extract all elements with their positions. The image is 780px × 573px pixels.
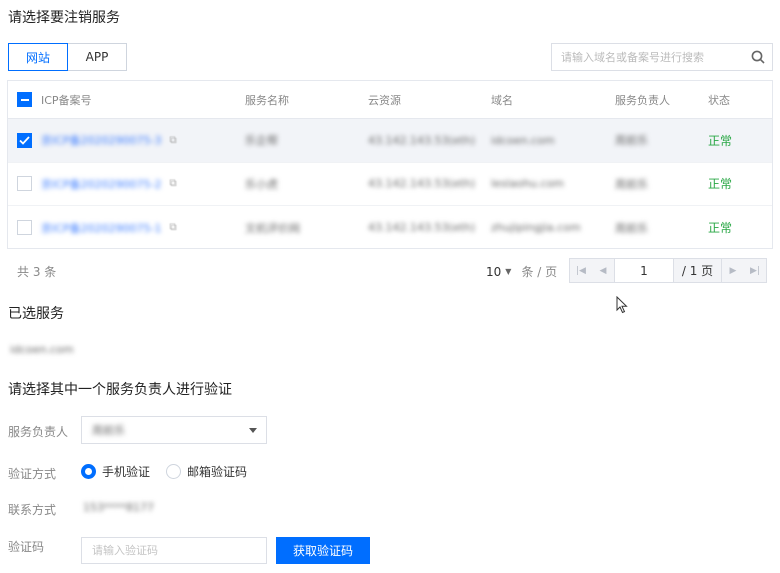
domain: idcoen.com <box>491 133 555 147</box>
prev-page-icon[interactable]: ◀ <box>592 259 614 282</box>
col-service-name: 服务名称 <box>245 93 289 107</box>
icp-number-link[interactable]: 京ICP备2020290075-1 <box>41 220 162 236</box>
radio-email[interactable]: 邮箱验证码 <box>166 463 247 480</box>
check-icon <box>19 136 30 145</box>
select-all-checkbox[interactable] <box>17 92 32 107</box>
radio-dot <box>81 464 96 479</box>
page-input[interactable]: 1 <box>614 259 674 282</box>
radio-dot <box>166 464 182 479</box>
row-checkbox[interactable] <box>17 220 32 236</box>
chevron-down-icon: ▼ <box>505 267 512 276</box>
type-tabs: 网站 APP <box>8 43 127 71</box>
selected-service-domain: idcoen.com <box>10 343 74 356</box>
selected-services-title: 已选服务 <box>8 306 64 322</box>
table-row[interactable]: 京ICP备2020290075-3 ⧉ 乐企帮 43.142.143.53(eth… <box>8 119 772 163</box>
caret-down-icon <box>249 428 257 433</box>
owner: 周前乐 <box>615 221 648 235</box>
verify-method-group: 手机验证 邮箱验证码 <box>81 463 263 480</box>
total-pages: / 1 页 <box>674 259 722 282</box>
service-table: ICP备案号 服务名称 云资源 域名 服务负责人 状态 京ICP备2020290… <box>7 80 773 249</box>
first-page-icon[interactable]: |◀ <box>570 259 592 282</box>
icp-number-link[interactable]: 京ICP备2020290075-3 <box>41 132 162 148</box>
page-size-select[interactable]: 10 ▼ 条 / 页 <box>486 263 557 280</box>
status-badge: 正常 <box>708 221 733 236</box>
row-checkbox[interactable] <box>17 176 32 192</box>
radio-phone-label: 手机验证 <box>102 465 151 479</box>
search-icon[interactable] <box>744 44 772 70</box>
mouse-cursor-icon <box>616 296 628 314</box>
table-row[interactable]: 京ICP备2020290075-1 ⧉ 文机评价网 43.142.143.53(e… <box>8 206 772 250</box>
col-cloud-resource: 云资源 <box>368 93 401 107</box>
col-domain: 域名 <box>491 93 513 107</box>
page-size-unit: 条 / 页 <box>521 265 558 279</box>
search-box <box>551 43 773 71</box>
page-size-value: 10 <box>486 264 502 279</box>
total-count: 共 3 条 <box>17 265 57 279</box>
contact-label: 联系方式 <box>8 503 57 517</box>
radio-email-label: 邮箱验证码 <box>187 465 248 479</box>
get-code-button[interactable]: 获取验证码 <box>276 537 370 564</box>
code-field <box>81 537 267 564</box>
icp-number-link[interactable]: 京ICP备2020290075-2 <box>41 176 162 192</box>
domain: leslaohu.com <box>491 177 565 191</box>
owner-label: 服务负责人 <box>8 425 69 439</box>
service-name: 乐小虎 <box>245 177 278 191</box>
cloud-resource: 43.142.143.53(eth) <box>368 133 476 147</box>
cloud-resource: 43.142.143.53(eth) <box>368 177 476 191</box>
method-label: 验证方式 <box>8 467 57 481</box>
domain: zhujipingjia.com <box>491 221 581 235</box>
table-header: ICP备案号 服务名称 云资源 域名 服务负责人 状态 <box>8 81 772 119</box>
row-checkbox[interactable] <box>17 132 32 148</box>
owner-select-value: 周前乐 <box>92 424 125 437</box>
owner: 周前乐 <box>615 134 648 148</box>
service-name: 文机评价网 <box>245 221 300 235</box>
table-row[interactable]: 京ICP备2020290075-2 ⧉ 乐小虎 43.142.143.53(eth… <box>8 163 772 206</box>
cloud-resource: 43.142.143.53(eth) <box>368 221 476 235</box>
page-title: 请选择要注销服务 <box>8 10 120 26</box>
col-status: 状态 <box>708 93 730 107</box>
col-owner: 服务负责人 <box>615 93 670 107</box>
owner: 周前乐 <box>615 177 648 191</box>
copy-icon[interactable]: ⧉ <box>170 135 177 146</box>
radio-phone[interactable]: 手机验证 <box>81 463 150 480</box>
code-input[interactable] <box>82 538 266 563</box>
contact-value: 153****8177 <box>83 501 154 514</box>
status-badge: 正常 <box>708 133 733 148</box>
next-page-icon[interactable]: ▶ <box>722 259 744 282</box>
service-name: 乐企帮 <box>245 134 278 148</box>
copy-icon[interactable]: ⧉ <box>170 178 177 189</box>
owner-select[interactable]: 周前乐 <box>81 416 267 444</box>
verify-title: 请选择其中一个服务负责人进行验证 <box>8 382 232 398</box>
code-label: 验证码 <box>8 540 45 554</box>
last-page-icon[interactable]: ▶| <box>744 259 766 282</box>
pagination: |◀ ◀ 1 / 1 页 ▶ ▶| <box>569 258 767 283</box>
tab-app[interactable]: APP <box>67 43 127 71</box>
copy-icon[interactable]: ⧉ <box>170 222 177 233</box>
col-icp: ICP备案号 <box>41 93 92 107</box>
status-badge: 正常 <box>708 177 733 192</box>
search-input[interactable] <box>552 44 744 70</box>
tab-website[interactable]: 网站 <box>8 43 68 71</box>
